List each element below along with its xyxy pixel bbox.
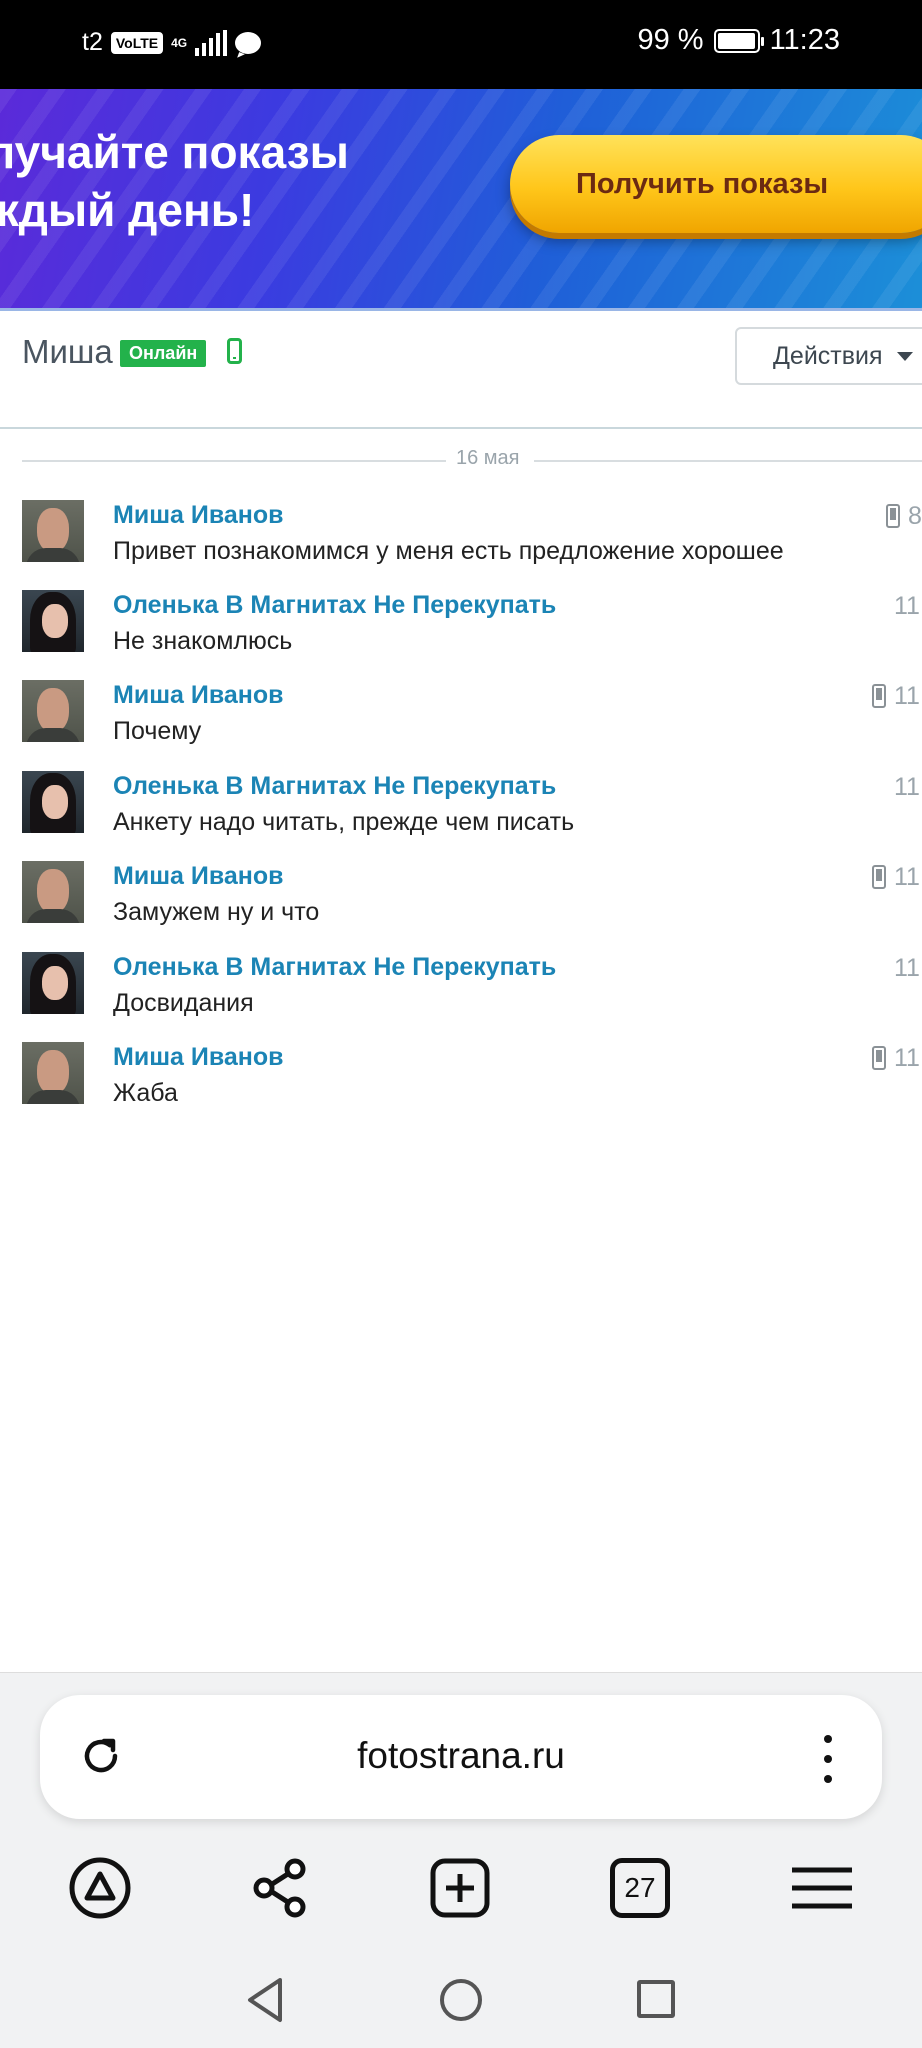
status-right: 99 % 11:23: [637, 24, 840, 57]
actions-dropdown-button[interactable]: Действия: [735, 327, 922, 385]
message-author[interactable]: Оленька В Магнитах Не Перекупать: [113, 591, 556, 620]
network-type-label: 4G: [171, 35, 188, 50]
message-row: Миша Иванов Замужем ну и что 11: [0, 861, 922, 951]
avatar[interactable]: [22, 952, 84, 1014]
mobile-phone-icon: [872, 1046, 886, 1070]
menu-icon[interactable]: [790, 1856, 854, 1920]
message-time: 11: [894, 773, 920, 801]
avatar[interactable]: [22, 861, 84, 923]
message-notification-icon: [235, 31, 262, 54]
message-author[interactable]: Оленька В Магнитах Не Перекупать: [113, 953, 556, 982]
message-time: 11: [894, 863, 920, 891]
message-row: Миша Иванов Жаба 11: [0, 1042, 922, 1132]
date-label: 16 мая: [456, 447, 520, 469]
banner-line-2: ждый день!: [0, 184, 255, 236]
chevron-down-icon: [896, 351, 913, 361]
message-text: Замужем ну и что: [113, 898, 320, 926]
alice-icon[interactable]: [68, 1856, 132, 1920]
carrier-label: t2: [82, 28, 103, 56]
back-triangle-icon[interactable]: [244, 1976, 286, 2024]
message-row: Миша Иванов Привет познакомимся у меня е…: [0, 500, 922, 590]
online-status-badge: Онлайн: [120, 340, 207, 367]
new-tab-icon[interactable]: [428, 1856, 492, 1920]
tabs-icon[interactable]: 27: [610, 1858, 670, 1918]
message-row: Оленька В Магнитах Не Перекупать Не знак…: [0, 590, 922, 680]
date-line-right: [534, 460, 922, 462]
message-time: 11: [894, 954, 920, 982]
recent-square-icon[interactable]: [637, 1980, 675, 2018]
status-bar: t2 VoLTE 4G 99 % 11:23: [0, 0, 922, 89]
chat-header: Миша Онлайн Действия: [0, 311, 922, 429]
message-time: 11: [894, 682, 920, 710]
avatar[interactable]: [22, 500, 84, 562]
signal-icon: [195, 29, 228, 56]
date-separator: 16 мая: [22, 447, 922, 473]
avatar[interactable]: [22, 1042, 84, 1104]
tabs-count: 27: [624, 1872, 656, 1903]
message-text: Не знакомлюсь: [113, 627, 293, 655]
volte-badge: VoLTE: [110, 31, 164, 54]
message-time: 8: [908, 502, 922, 530]
promo-banner[interactable]: лучайте показы ждый день! Получить показ…: [0, 89, 922, 311]
home-circle-icon[interactable]: [440, 1979, 482, 2021]
message-text: Привет познакомимся у меня есть предложе…: [113, 537, 784, 565]
message-text: Почему: [113, 717, 202, 745]
message-text: Анкету надо читать, прежде чем писать: [113, 808, 575, 836]
status-left: t2 VoLTE 4G: [82, 28, 262, 57]
mobile-device-icon: [227, 338, 242, 364]
message-time: 11: [894, 592, 920, 620]
url-text[interactable]: fotostrana.ru: [40, 1735, 882, 1777]
clock: 11:23: [769, 24, 840, 56]
banner-line-1: лучайте показы: [0, 126, 349, 178]
more-vertical-icon[interactable]: [824, 1735, 832, 1783]
avatar[interactable]: [22, 590, 84, 652]
message-author[interactable]: Миша Иванов: [113, 1043, 284, 1072]
message-text: Жаба: [113, 1079, 178, 1107]
get-impressions-button[interactable]: Получить показы: [510, 135, 922, 233]
actions-label: Действия: [773, 341, 883, 370]
battery-percent: 99 %: [637, 24, 704, 56]
avatar[interactable]: [22, 771, 84, 833]
share-icon[interactable]: [248, 1856, 312, 1920]
mobile-phone-icon: [872, 684, 886, 708]
mobile-phone-icon: [886, 504, 900, 528]
message-row: Оленька В Магнитах Не Перекупать Досвида…: [0, 952, 922, 1042]
message-row: Оленька В Магнитах Не Перекупать Анкету …: [0, 771, 922, 861]
message-text: Досвидания: [113, 989, 254, 1017]
date-line-left: [22, 460, 446, 462]
message-author[interactable]: Миша Иванов: [113, 862, 284, 891]
avatar[interactable]: [22, 680, 84, 742]
system-navigation-bar: [0, 1950, 922, 2048]
message-time: 11: [894, 1044, 920, 1072]
contact-name[interactable]: Миша: [22, 333, 113, 371]
message-author[interactable]: Миша Иванов: [113, 681, 284, 710]
address-bar[interactable]: fotostrana.ru: [40, 1695, 882, 1819]
battery-icon: [713, 28, 764, 53]
message-author[interactable]: Миша Иванов: [113, 501, 284, 530]
mobile-phone-icon: [872, 865, 886, 889]
message-row: Миша Иванов Почему 11: [0, 680, 922, 770]
banner-headline: лучайте показы ждый день!: [0, 123, 349, 239]
message-author[interactable]: Оленька В Магнитах Не Перекупать: [113, 772, 556, 801]
